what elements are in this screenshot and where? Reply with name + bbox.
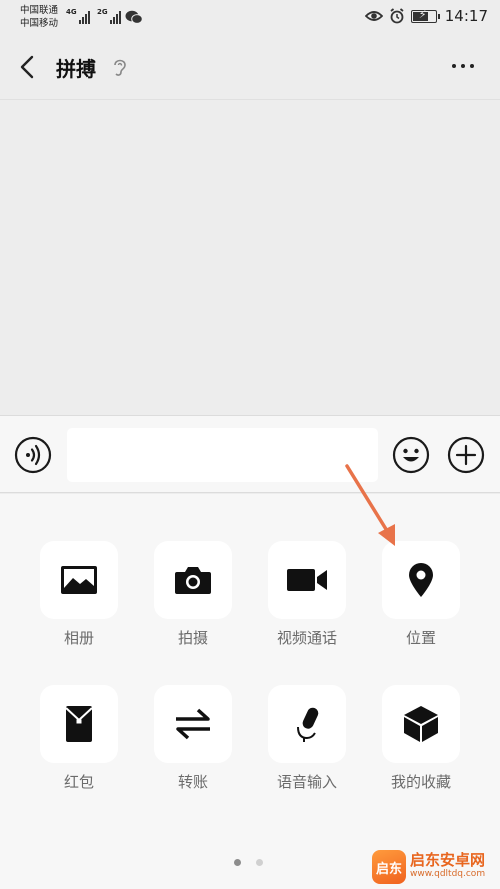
watermark-logo: 启东 <box>372 850 406 884</box>
camera-icon <box>175 567 211 594</box>
album-label: 相册 <box>63 629 94 647</box>
video-call-label: 视频通话 <box>276 629 337 647</box>
watermark-url: www.qdltdq.com <box>410 869 486 879</box>
watermark: 启东 启东安卓网 www.qdltdq.com <box>372 848 485 886</box>
signal-1-icon: 4G <box>66 8 90 24</box>
watermark-logo-text: 启东 <box>375 861 402 877</box>
voice-input-icon[interactable] <box>14 436 52 474</box>
transfer-label: 转账 <box>177 773 208 791</box>
message-area[interactable] <box>0 101 500 415</box>
more-options-icon[interactable] <box>452 64 474 68</box>
carrier-2: 中国移动 <box>20 18 59 29</box>
video-call-icon <box>287 569 327 591</box>
chat-header: 拼搏 <box>0 36 500 100</box>
camera-label: 拍摄 <box>177 629 208 647</box>
voice-input-label: 语音输入 <box>276 773 337 791</box>
favorites-box-icon <box>404 706 438 742</box>
location-label: 位置 <box>405 629 436 647</box>
battery-icon: ⚡ <box>410 8 440 23</box>
page-dot-2[interactable] <box>256 859 263 866</box>
status-right: ⚡ 14:17 <box>364 7 488 25</box>
favorites-button[interactable] <box>382 685 460 763</box>
video-call-button[interactable] <box>268 541 346 619</box>
chat-title: 拼搏 <box>56 57 96 81</box>
network-type-1: 4G <box>66 8 77 16</box>
input-bar <box>0 415 500 493</box>
signal-2-icon: 2G <box>97 8 121 24</box>
plus-icon[interactable] <box>447 436 485 474</box>
eye-icon <box>364 11 383 21</box>
clock: 14:17 <box>444 7 488 25</box>
red-packet-label: 红包 <box>63 773 94 791</box>
camera-button[interactable] <box>154 541 232 619</box>
message-input[interactable] <box>67 428 378 482</box>
album-button[interactable] <box>40 541 118 619</box>
red-packet-icon <box>65 706 93 742</box>
network-type-2: 2G <box>97 8 108 16</box>
alarm-icon <box>390 8 404 24</box>
transfer-icon <box>176 708 210 740</box>
back-arrow-icon[interactable] <box>16 54 42 80</box>
emoji-icon[interactable] <box>392 436 430 474</box>
microphone-icon <box>297 707 319 742</box>
photo-album-icon <box>61 566 97 594</box>
location-button[interactable] <box>382 541 460 619</box>
carrier-1: 中国联通 <box>20 5 59 16</box>
page-indicator <box>234 859 263 866</box>
wechat-notification-icon <box>125 10 143 24</box>
voice-input-button[interactable] <box>268 685 346 763</box>
status-bar: 中国联通 中国移动 4G 2G ⚡ 14:17 <box>0 0 500 36</box>
transfer-button[interactable] <box>154 685 232 763</box>
page-dot-1[interactable] <box>234 859 241 866</box>
red-packet-button[interactable] <box>40 685 118 763</box>
carrier-info: 中国联通 中国移动 <box>20 4 58 30</box>
watermark-title: 启东安卓网 <box>410 851 486 869</box>
function-panel: 相册 拍摄 视频通话 位置 红包 转账 语音输入 我的收藏 <box>0 494 500 889</box>
favorites-label: 我的收藏 <box>390 773 451 791</box>
location-pin-icon <box>409 563 433 597</box>
earpiece-mode-icon <box>114 59 126 76</box>
